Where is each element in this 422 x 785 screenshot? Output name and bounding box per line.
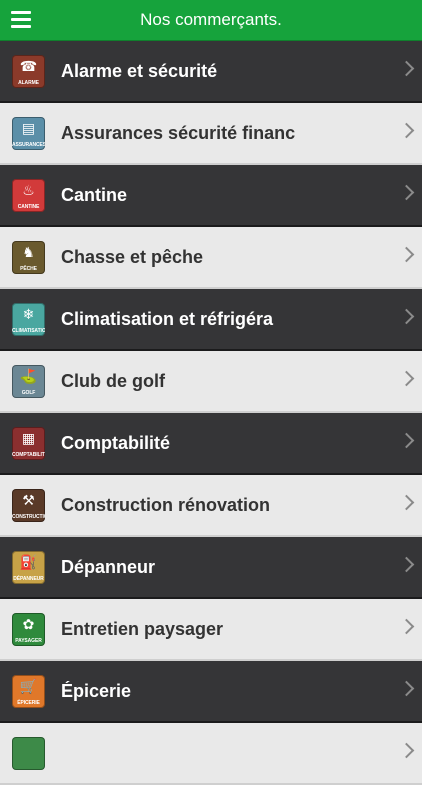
- chevron-right-icon: [398, 370, 415, 387]
- chevron-right-icon: [398, 122, 415, 139]
- mower-icon: ✿ paysager: [12, 612, 45, 646]
- insurance-icon: ▤ assurances: [12, 116, 45, 150]
- chevron-right-icon: [398, 618, 415, 635]
- list-item-label: Alarme et sécurité: [61, 60, 218, 81]
- list-item-label: Comptabilité: [61, 432, 171, 453]
- list-item-label: Cantine: [61, 184, 128, 205]
- list-item-epicerie[interactable]: 🛒 épicerie Épicerie: [0, 661, 422, 723]
- chevron-right-icon: [398, 184, 415, 201]
- page-title: Nos commerçants.: [140, 10, 282, 29]
- calculator-icon: ▦ comptabilité: [12, 426, 45, 460]
- list-item-alarme[interactable]: ☎ alarme Alarme et sécurité: [0, 41, 422, 103]
- list-item-comptabilite[interactable]: ▦ comptabilité Comptabilité: [0, 413, 422, 475]
- chevron-right-icon: [398, 246, 415, 263]
- cantine-icon: ♨ cantine: [12, 178, 45, 212]
- list-item-golf[interactable]: ⛳ golf Club de golf: [0, 351, 422, 413]
- hamburger-icon[interactable]: [11, 11, 31, 28]
- chevron-right-icon: [398, 680, 415, 697]
- list-item-label: Climatisation et réfrigéra: [61, 308, 274, 329]
- chevron-right-icon: [398, 556, 415, 573]
- list-item-assurances[interactable]: ▤ assurances Assurances sécurité financ: [0, 103, 422, 165]
- list-item-label: Construction rénovation: [61, 494, 271, 515]
- merchant-list: ☎ alarme Alarme et sécurité ▤ assurances A…: [0, 41, 422, 785]
- list-item-chasse[interactable]: ♞ pêche Chasse et pêche: [0, 227, 422, 289]
- hammer-icon: ⚒construction: [12, 488, 45, 522]
- list-item-depanneur[interactable]: ⛽ dépanneur Dépanneur: [0, 537, 422, 599]
- list-item-label: Assurances sécurité financ: [61, 122, 296, 143]
- deer-icon: ♞ pêche: [12, 240, 45, 274]
- list-item-entretien[interactable]: ✿ paysager Entretien paysager: [0, 599, 422, 661]
- list-item-label: Chasse et pêche: [61, 246, 204, 267]
- partial-icon: [12, 736, 45, 770]
- chevron-right-icon: [398, 432, 415, 449]
- header-bar: Nos commerçants.: [0, 0, 422, 41]
- list-item-climatisation[interactable]: ❄climatisation Climatisation et réfrigér…: [0, 289, 422, 351]
- list-item-label: Épicerie: [61, 680, 132, 701]
- list-item-label: Club de golf: [61, 370, 165, 391]
- store-icon: ⛽ dépanneur: [12, 550, 45, 584]
- list-item-partial[interactable]: [0, 723, 422, 785]
- golf-icon: ⛳ golf: [12, 364, 45, 398]
- chevron-right-icon: [398, 308, 415, 325]
- list-item-construction[interactable]: ⚒construction Construction rénovation: [0, 475, 422, 537]
- list-item-cantine[interactable]: ♨ cantine Cantine: [0, 165, 422, 227]
- list-item-label: Entretien paysager: [61, 618, 224, 639]
- alarm-icon: ☎ alarme: [12, 54, 45, 88]
- cart-icon: 🛒 épicerie: [12, 674, 45, 708]
- chevron-right-icon: [398, 60, 415, 77]
- chevron-right-icon: [398, 742, 415, 759]
- climatisation-icon: ❄climatisation: [12, 302, 45, 336]
- list-item-label: Dépanneur: [61, 556, 156, 577]
- chevron-right-icon: [398, 494, 415, 511]
